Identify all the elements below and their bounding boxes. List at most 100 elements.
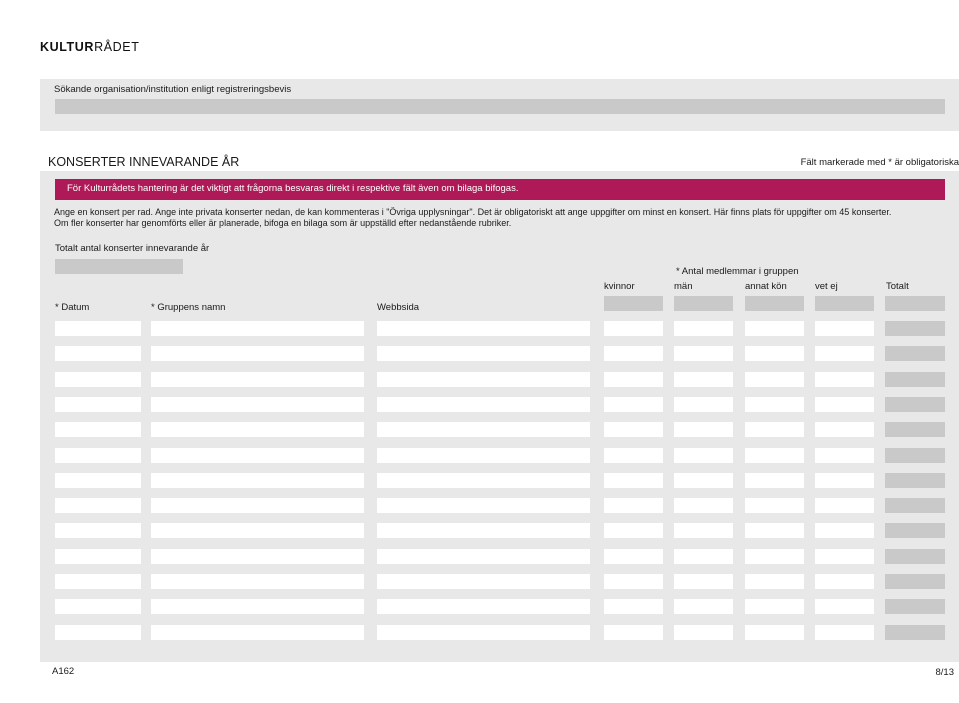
vet-ej-field[interactable] — [815, 396, 874, 412]
webbsida-field[interactable] — [377, 599, 590, 615]
datum-field[interactable] — [55, 472, 141, 488]
datum-field[interactable] — [55, 523, 141, 539]
gruppnamn-field[interactable] — [151, 371, 364, 387]
man-field[interactable] — [674, 624, 733, 640]
datum-field[interactable] — [55, 574, 141, 589]
webbsida-field[interactable] — [377, 523, 590, 539]
kvinnor-field[interactable] — [604, 321, 663, 336]
kvinnor-field[interactable] — [604, 498, 663, 514]
man-field[interactable] — [674, 548, 733, 564]
datum-field[interactable] — [55, 321, 141, 336]
instructions-line-2: Om fler konserter har genomförts eller ä… — [54, 218, 512, 228]
kvinnor-field[interactable] — [604, 599, 663, 615]
man-field[interactable] — [674, 498, 733, 514]
annat-kon-field[interactable] — [745, 321, 804, 336]
webbsida-field[interactable] — [377, 321, 590, 336]
kvinnor-field[interactable] — [604, 472, 663, 488]
vet-ej-field[interactable] — [815, 447, 874, 463]
man-field[interactable] — [674, 346, 733, 362]
gruppnamn-field[interactable] — [151, 599, 364, 615]
vet-ej-field[interactable] — [815, 321, 874, 336]
annat-kon-field[interactable] — [745, 624, 804, 640]
datum-field[interactable] — [55, 447, 141, 463]
kvinnor-field[interactable] — [604, 574, 663, 589]
annat-kon-field[interactable] — [745, 396, 804, 412]
gruppnamn-field[interactable] — [151, 523, 364, 539]
vet-ej-field[interactable] — [815, 624, 874, 640]
webbsida-field[interactable] — [377, 346, 590, 362]
man-field[interactable] — [674, 321, 733, 336]
gruppnamn-field[interactable] — [151, 396, 364, 412]
table-row — [40, 396, 959, 413]
gruppnamn-field[interactable] — [151, 574, 364, 589]
table-row — [40, 523, 959, 539]
datum-field[interactable] — [55, 422, 141, 438]
kvinnor-field[interactable] — [604, 422, 663, 438]
man-field[interactable] — [674, 371, 733, 387]
webbsida-field[interactable] — [377, 371, 590, 387]
gruppnamn-field[interactable] — [151, 498, 364, 514]
col-header-gruppnamn: * Gruppens namn — [151, 302, 226, 313]
annat-kon-field[interactable] — [745, 472, 804, 488]
man-field[interactable] — [674, 396, 733, 412]
vet-ej-field[interactable] — [815, 498, 874, 514]
kvinnor-field[interactable] — [604, 346, 663, 362]
gruppnamn-field[interactable] — [151, 447, 364, 463]
annat-kon-field[interactable] — [745, 548, 804, 564]
kvinnor-field[interactable] — [604, 624, 663, 640]
man-field[interactable] — [674, 422, 733, 438]
vet-ej-field[interactable] — [815, 574, 874, 589]
annat-kon-field[interactable] — [745, 599, 804, 615]
webbsida-field[interactable] — [377, 574, 590, 589]
kvinnor-field[interactable] — [604, 548, 663, 564]
kvinnor-field[interactable] — [604, 447, 663, 463]
kvinnor-field[interactable] — [604, 523, 663, 539]
annat-kon-field[interactable] — [745, 498, 804, 514]
totalt-field — [885, 396, 945, 412]
webbsida-field[interactable] — [377, 548, 590, 564]
kvinnor-field[interactable] — [604, 396, 663, 412]
datum-field[interactable] — [55, 624, 141, 640]
datum-field[interactable] — [55, 548, 141, 564]
webbsida-field[interactable] — [377, 498, 590, 514]
webbsida-field[interactable] — [377, 472, 590, 488]
vet-ej-field[interactable] — [815, 599, 874, 615]
annat-kon-field[interactable] — [745, 523, 804, 539]
organisation-field[interactable] — [55, 99, 945, 114]
webbsida-field[interactable] — [377, 447, 590, 463]
man-field[interactable] — [674, 574, 733, 589]
vet-ej-field[interactable] — [815, 371, 874, 387]
datum-field[interactable] — [55, 371, 141, 387]
total-concerts-label: Totalt antal konserter innevarande år — [55, 243, 210, 254]
datum-field[interactable] — [55, 599, 141, 615]
man-field[interactable] — [674, 523, 733, 539]
datum-field[interactable] — [55, 346, 141, 362]
vet-ej-field[interactable] — [815, 523, 874, 539]
webbsida-field[interactable] — [377, 422, 590, 438]
gruppnamn-field[interactable] — [151, 472, 364, 488]
vet-ej-field[interactable] — [815, 346, 874, 362]
man-field[interactable] — [674, 599, 733, 615]
vet-ej-field[interactable] — [815, 422, 874, 438]
annat-kon-field[interactable] — [745, 371, 804, 387]
vet-ej-field[interactable] — [815, 472, 874, 488]
man-field[interactable] — [674, 472, 733, 488]
webbsida-field[interactable] — [377, 396, 590, 412]
kvinnor-field[interactable] — [604, 371, 663, 387]
webbsida-field[interactable] — [377, 624, 590, 640]
man-field[interactable] — [674, 447, 733, 463]
sum-kvinnor — [604, 296, 663, 311]
annat-kon-field[interactable] — [745, 346, 804, 362]
totalt-field — [885, 574, 945, 589]
gruppnamn-field[interactable] — [151, 548, 364, 564]
gruppnamn-field[interactable] — [151, 321, 364, 336]
annat-kon-field[interactable] — [745, 574, 804, 589]
datum-field[interactable] — [55, 498, 141, 514]
annat-kon-field[interactable] — [745, 422, 804, 438]
gruppnamn-field[interactable] — [151, 624, 364, 640]
gruppnamn-field[interactable] — [151, 422, 364, 438]
vet-ej-field[interactable] — [815, 548, 874, 564]
datum-field[interactable] — [55, 396, 141, 412]
annat-kon-field[interactable] — [745, 447, 804, 463]
gruppnamn-field[interactable] — [151, 346, 364, 362]
